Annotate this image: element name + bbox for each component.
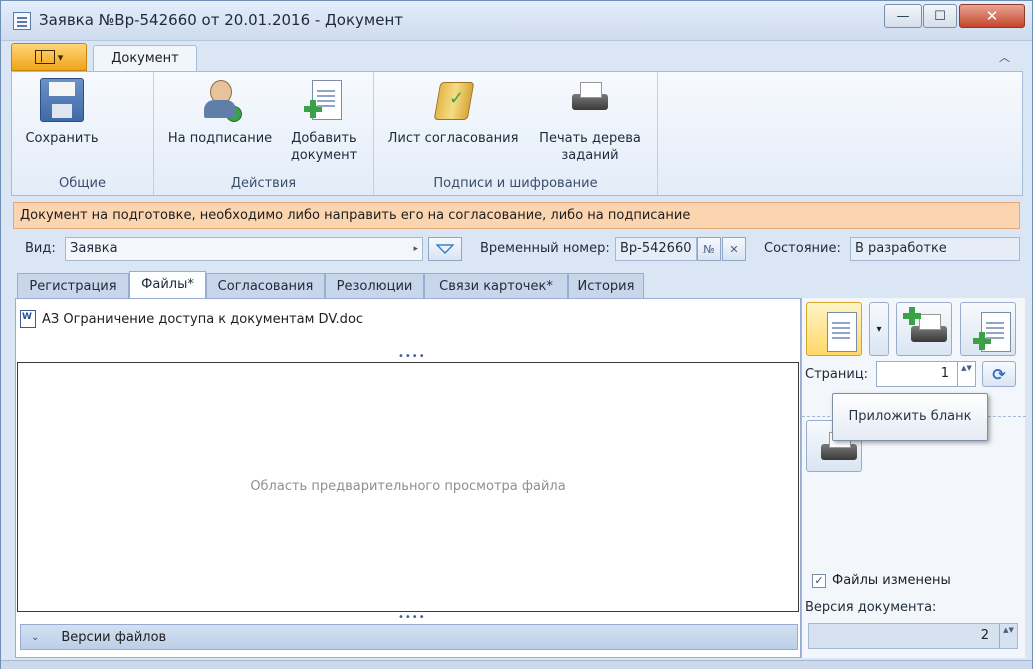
- add-file-icon: [971, 310, 1011, 352]
- file-versions-expander[interactable]: ⌄ Версии файлов: [20, 624, 798, 650]
- approval-scroll-icon: [431, 78, 475, 122]
- approval-sheet-label: Лист согласования: [387, 131, 519, 146]
- temp-number-label: Временный номер:: [480, 241, 610, 256]
- files-side-panel: ▾ Страниц: 1 ▲▼ ⟳ ✓ Файлы изменены Верси…: [801, 298, 1026, 658]
- preview-splitter[interactable]: ••••: [398, 612, 426, 623]
- plus-icon: [903, 307, 921, 325]
- file-list-splitter[interactable]: ••••: [398, 351, 426, 362]
- file-preview-area: Область предварительного просмотра файла: [17, 362, 799, 612]
- print-task-tree-button[interactable]: Печать дерева заданий: [530, 78, 650, 164]
- tab-history[interactable]: История: [568, 273, 644, 299]
- add-document-button[interactable]: Добавить документ: [284, 78, 364, 164]
- print-task-tree-label: Печать дерева заданий: [539, 131, 641, 163]
- file-name: АЗ Ограничение доступа к документам DV.d…: [42, 311, 364, 327]
- close-icon: ✕: [985, 7, 999, 25]
- add-document-icon: [302, 78, 346, 122]
- add-file-button[interactable]: [960, 302, 1016, 356]
- refresh-pages-button[interactable]: ⟳: [982, 361, 1016, 387]
- add-document-label: Добавить документ: [290, 131, 358, 163]
- kind-field[interactable]: Заявка ▸: [65, 237, 423, 261]
- chevron-down-icon: [436, 244, 454, 254]
- app-menu-arrow-icon: ▾: [57, 50, 64, 64]
- number-button[interactable]: №: [697, 237, 721, 261]
- doc-version-value: 2: [980, 628, 989, 643]
- word-document-icon: [20, 310, 36, 328]
- status-strip: [1, 660, 1032, 669]
- kind-dropdown-button[interactable]: [428, 237, 462, 261]
- preview-placeholder: Область предварительного просмотра файла: [250, 479, 566, 494]
- state-label: Состояние:: [764, 241, 841, 256]
- clear-number-button[interactable]: ✕: [722, 237, 746, 261]
- ribbon-collapse-icon[interactable]: ︿: [999, 49, 1010, 65]
- maximize-icon: ☐: [934, 8, 946, 24]
- tab-resolutions[interactable]: Резолюции: [325, 273, 424, 299]
- files-changed-checkbox[interactable]: ✓ Файлы изменены: [812, 573, 951, 588]
- doc-version-spinner: 2 ▲▼: [808, 623, 1018, 649]
- ribbon-group-label: Действия: [230, 176, 297, 191]
- state-field: В разработке: [850, 237, 1020, 261]
- tab-files[interactable]: Файлы*: [129, 271, 206, 299]
- ribbon: Сохранить Общие На подписание Добавить д…: [11, 71, 1023, 196]
- title-bar: Заявка №Вр-542660 от 20.01.2016 - Докуме…: [1, 1, 1032, 41]
- tab-registration[interactable]: Регистрация: [17, 273, 129, 299]
- minimize-button[interactable]: —: [884, 4, 922, 28]
- file-versions-label: Версии файлов: [61, 629, 167, 645]
- attach-form-button[interactable]: [806, 302, 862, 356]
- floppy-disk-icon: [40, 78, 84, 122]
- status-info-bar: Документ на подготовке, необходимо либо …: [13, 202, 1020, 229]
- tab-card-links[interactable]: Связи карточек*: [424, 273, 568, 299]
- file-list-item[interactable]: АЗ Ограничение доступа к документам DV.d…: [20, 310, 363, 328]
- checkbox-checked-icon: ✓: [812, 573, 826, 588]
- pages-value: 1: [940, 366, 949, 381]
- files-panel: АЗ Ограничение доступа к документам DV.d…: [15, 298, 801, 658]
- ribbon-group-label: Подписи и шифрование: [433, 176, 598, 191]
- chevron-down-icon: ⌄: [31, 631, 40, 643]
- send-to-sign-label: На подписание: [167, 131, 273, 146]
- number-sign-icon: №: [703, 242, 715, 256]
- temp-number-field[interactable]: Вр-542660: [615, 237, 697, 261]
- add-from-scanner-button[interactable]: [896, 302, 952, 356]
- ribbon-group-actions: На подписание Добавить документ Действия: [154, 72, 374, 195]
- save-button-label: Сохранить: [25, 131, 99, 146]
- window-title: Заявка №Вр-542660 от 20.01.2016 - Докуме…: [39, 11, 403, 29]
- ribbon-group-signatures: Лист согласования Печать дерева заданий …: [374, 72, 658, 195]
- ribbon-group-label: Общие: [59, 176, 106, 191]
- kind-expand-icon: ▸: [413, 244, 418, 254]
- send-to-sign-button[interactable]: На подписание: [164, 78, 276, 147]
- clear-icon: ✕: [729, 242, 739, 256]
- app-menu-icon: [34, 50, 55, 64]
- document-window: Заявка №Вр-542660 от 20.01.2016 - Докуме…: [0, 0, 1033, 669]
- user-sign-icon: [198, 78, 242, 122]
- files-changed-label: Файлы изменены: [832, 573, 951, 588]
- attach-form-tooltip: Приложить бланк: [832, 393, 988, 441]
- doc-version-label: Версия документа:: [805, 600, 937, 615]
- app-menu-button[interactable]: ▾: [11, 43, 87, 71]
- approval-sheet-button[interactable]: Лист согласования: [384, 78, 522, 147]
- close-button[interactable]: ✕: [959, 4, 1025, 28]
- tab-approvals[interactable]: Согласования: [206, 273, 325, 299]
- refresh-icon: ⟳: [992, 364, 1006, 384]
- save-button[interactable]: Сохранить: [20, 78, 104, 147]
- pages-spinner[interactable]: 1 ▲▼: [876, 361, 976, 387]
- ribbon-group-general: Сохранить Общие: [12, 72, 154, 195]
- kind-label: Вид:: [25, 241, 56, 256]
- chevron-down-icon: ▾: [876, 323, 882, 335]
- kind-value: Заявка: [70, 241, 118, 256]
- maximize-button[interactable]: ☐: [923, 4, 957, 28]
- ribbon-tab-document[interactable]: Документ: [93, 45, 197, 72]
- pages-label: Страниц:: [805, 367, 869, 382]
- spinner-arrows-icon[interactable]: ▲▼: [957, 362, 975, 386]
- spinner-arrows-icon: ▲▼: [999, 624, 1017, 648]
- ribbon-tab-strip: ▾ Документ ︿: [11, 43, 1023, 72]
- attach-form-dropdown[interactable]: ▾: [869, 302, 889, 356]
- document-window-icon: [13, 12, 31, 30]
- printer-icon: [568, 78, 612, 122]
- document-form-icon: [817, 310, 857, 352]
- minimize-icon: —: [896, 8, 910, 24]
